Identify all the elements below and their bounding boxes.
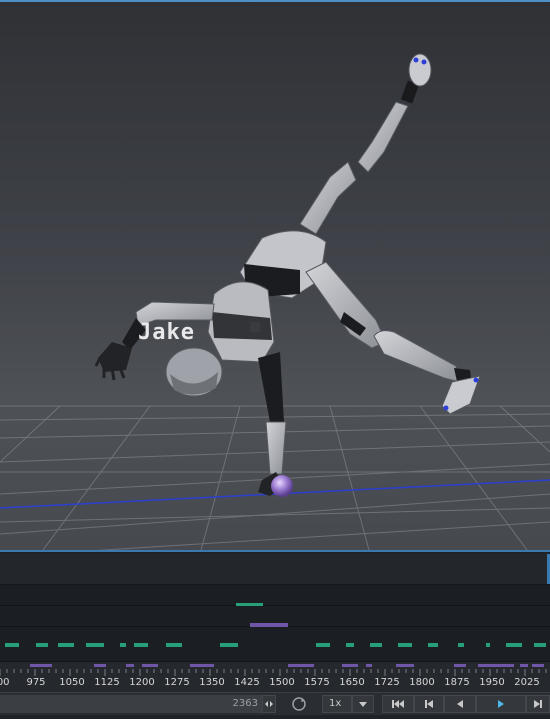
ruler-tick-label: 1425 — [234, 677, 260, 688]
timeline-ruler[interactable]: 900 975 1050 1125 1200 1275 1350 1425 15… — [0, 662, 550, 692]
ruler-tick-label: 1125 — [94, 677, 120, 688]
current-frame-field[interactable]: 2363 — [0, 695, 262, 713]
step-back-icon[interactable] — [414, 695, 444, 713]
ruler-tick-label: 1500 — [269, 677, 295, 688]
timeline-header-strip — [0, 554, 550, 585]
speed-select[interactable]: 1x — [322, 695, 352, 713]
ruler-tick-label: 900 — [0, 677, 10, 688]
ruler-tick-label: 1650 — [339, 677, 365, 688]
ruler-tick-label: 1800 — [409, 677, 435, 688]
scene-graphics — [0, 53, 550, 550]
ruler-tick-label: 1350 — [199, 677, 225, 688]
ruler-tick-label: 2025 — [514, 677, 540, 688]
ruler-tick-label: 1875 — [444, 677, 470, 688]
character-name-label: Jake — [138, 320, 195, 345]
loop-icon[interactable] — [288, 695, 310, 713]
ruler-tick-label: 1275 — [164, 677, 190, 688]
frame-stepper-icon[interactable] — [262, 695, 276, 713]
ruler-tick-label: 975 — [26, 677, 46, 688]
track-row-3[interactable] — [0, 627, 550, 662]
play-forward-icon[interactable] — [476, 695, 526, 713]
play-backward-icon[interactable] — [444, 695, 476, 713]
ruler-tick-label: 1200 — [129, 677, 155, 688]
3d-viewport[interactable]: Jake — [0, 0, 550, 552]
track-row-2[interactable] — [0, 606, 550, 627]
ruler-tick-label: 1050 — [59, 677, 85, 688]
track-row-1[interactable] — [0, 585, 550, 607]
ruler-tick-label: 1575 — [304, 677, 330, 688]
character-figure — [94, 53, 481, 497]
ruler-tick-label: 1950 — [479, 677, 505, 688]
ruler-tick-label: 1725 — [374, 677, 400, 688]
transport-bar: 2363 1x — [0, 692, 550, 715]
keyframe-marks — [5, 643, 546, 647]
jump-to-start-icon[interactable] — [382, 695, 414, 713]
jump-to-end-icon[interactable] — [526, 695, 550, 713]
speed-dropdown-icon[interactable] — [352, 695, 374, 713]
